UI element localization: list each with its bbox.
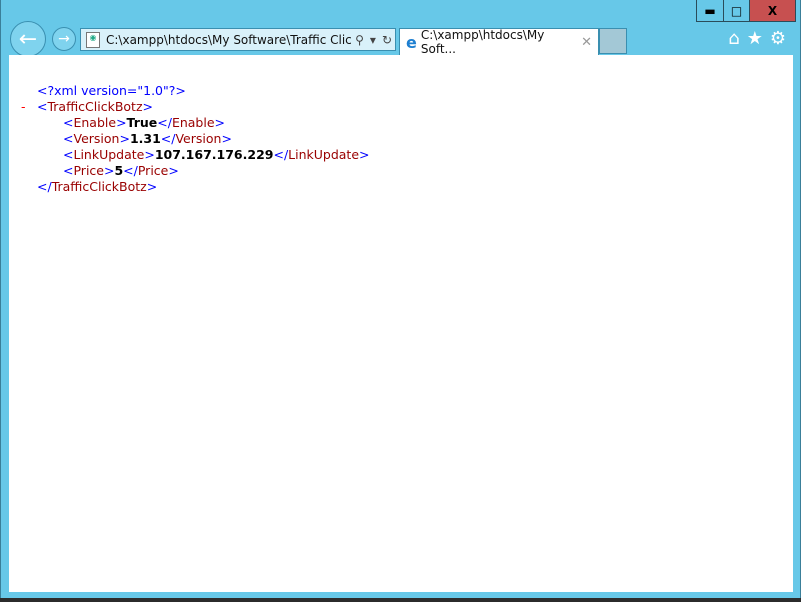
collapse-toggle[interactable]: -	[21, 99, 26, 115]
arrow-left-icon: ←	[18, 26, 38, 52]
minimize-button[interactable]: ▬	[697, 0, 723, 21]
xml-element: <Version>1.31</Version>	[63, 131, 232, 146]
xml-element: <Price>5</Price>	[63, 163, 179, 178]
toolbar-icons: ⌂ ★ ⚙	[728, 28, 786, 49]
tag-value: 107.167.176.229	[154, 147, 274, 162]
tab-title: C:\xampp\htdocs\My Soft...	[420, 28, 545, 56]
tag-name-close: Version	[175, 131, 222, 146]
back-button[interactable]: ←	[10, 21, 46, 57]
tag-name: Enable	[73, 115, 117, 130]
window-controls: ▬ □ X	[696, 0, 796, 22]
home-icon[interactable]: ⌂	[728, 28, 739, 49]
search-icon[interactable]: ⚲	[355, 33, 364, 47]
tag-value: 5	[114, 163, 124, 178]
tag-name-close: LinkUpdate	[288, 147, 360, 162]
tag-value: True	[126, 115, 158, 130]
xml-declaration: <?xml version="1.0"?>	[37, 83, 186, 98]
page-content: <?xml version="1.0"?> - <TrafficClickBotz…	[9, 55, 793, 592]
maximize-button[interactable]: □	[723, 0, 749, 21]
refresh-icon[interactable]: ↻	[382, 33, 392, 47]
xml-root-close: </TrafficClickBotz>	[37, 179, 158, 194]
arrow-right-icon: →	[58, 31, 70, 47]
ie-icon: e	[406, 32, 417, 52]
address-input[interactable]: C:\xampp\htdocs\My Software\Traffic Clic…	[106, 33, 352, 47]
forward-button[interactable]: →	[52, 27, 76, 51]
tag-value: 1.31	[129, 131, 161, 146]
settings-gear-icon[interactable]: ⚙	[770, 28, 786, 49]
root-tag: TrafficClickBotz	[47, 99, 143, 114]
xml-element: <LinkUpdate>107.167.176.229</LinkUpdate>	[63, 147, 370, 162]
xml-element: <Enable>True</Enable>	[63, 115, 225, 130]
tag-name: LinkUpdate	[73, 147, 145, 162]
close-button[interactable]: X	[749, 0, 795, 21]
address-bar[interactable]: ◉ C:\xampp\htdocs\My Software\Traffic Cl…	[80, 28, 396, 51]
page-icon: ◉	[86, 31, 100, 48]
tag-name-close: Price	[137, 163, 169, 178]
dropdown-icon[interactable]: ▾	[370, 33, 376, 47]
browser-frame: ▬ □ X ← → ◉ C:\xampp\htdocs\My Software\…	[0, 0, 801, 598]
new-tab-button[interactable]	[599, 28, 627, 54]
tag-name: Price	[73, 163, 104, 178]
tab-close-icon[interactable]: ✕	[581, 35, 592, 50]
root-tag-close: TrafficClickBotz	[51, 179, 147, 194]
tab-active[interactable]: e C:\xampp\htdocs\My Soft... ✕	[399, 28, 599, 56]
tag-name-close: Enable	[171, 115, 215, 130]
xml-tree: <?xml version="1.0"?> - <TrafficClickBotz…	[21, 83, 370, 195]
xml-root-open: - <TrafficClickBotz>	[21, 99, 153, 114]
favorites-star-icon[interactable]: ★	[747, 28, 763, 49]
tag-name: Version	[73, 131, 120, 146]
